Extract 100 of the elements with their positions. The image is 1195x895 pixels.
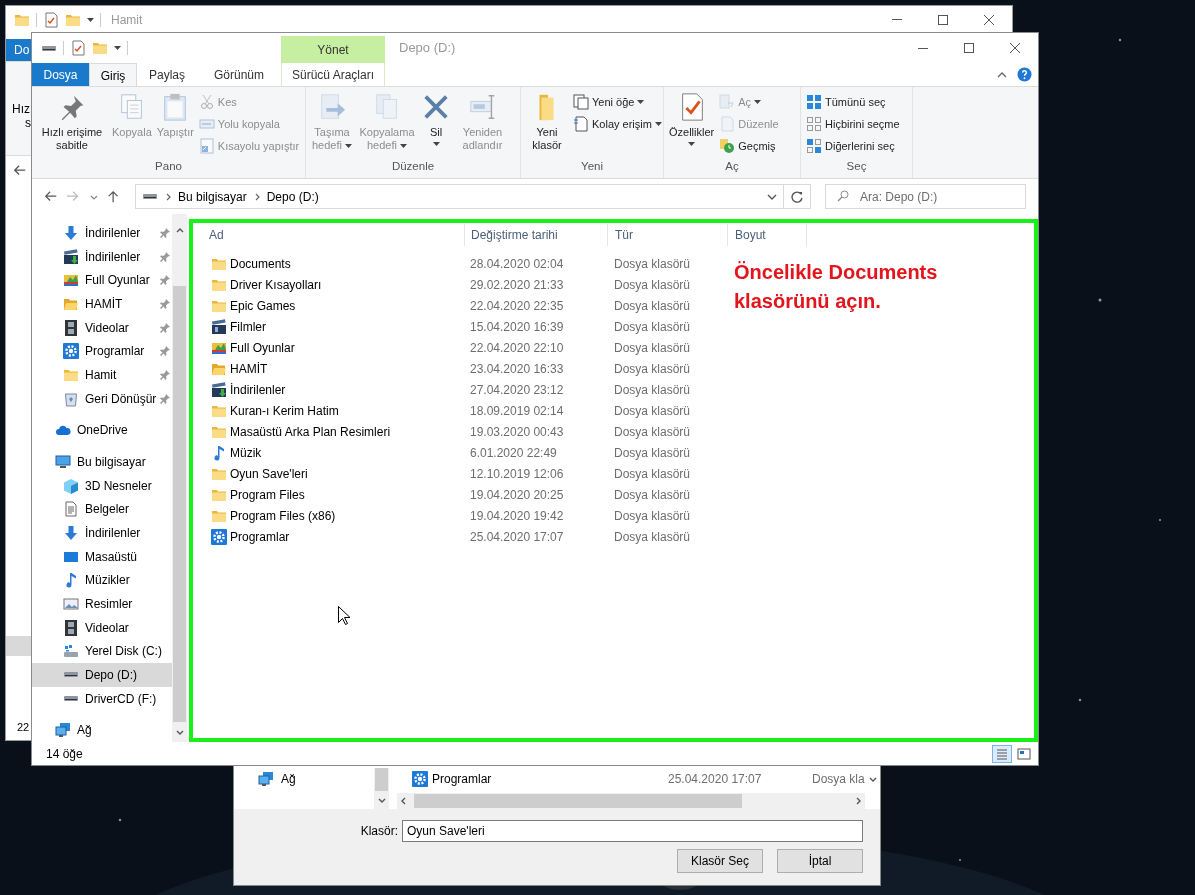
- file-name[interactable]: Epic Games: [230, 296, 296, 315]
- back-arrow-icon[interactable]: [44, 189, 58, 204]
- column-header[interactable]: Tür: [607, 224, 727, 246]
- file-name[interactable]: Full Oyunlar: [230, 338, 295, 357]
- file-name[interactable]: Filmler: [230, 317, 266, 336]
- file-name[interactable]: Programlar: [432, 770, 668, 788]
- scroll-left-icon[interactable]: [400, 797, 408, 805]
- file-name[interactable]: Driver Kısayolları: [230, 275, 322, 294]
- pin-icon[interactable]: [160, 346, 170, 357]
- drive-icon: [41, 44, 57, 52]
- scroll-up-icon[interactable]: [175, 227, 184, 235]
- column-header[interactable]: Değiştirme tarihi: [464, 224, 607, 246]
- pin-icon[interactable]: [160, 322, 170, 333]
- dialog-button[interactable]: Klasör Seç: [677, 849, 763, 873]
- horizontal-scrollbar[interactable]: [397, 793, 865, 809]
- nav-item[interactable]: Ağ: [281, 770, 296, 788]
- nav-item[interactable]: Ağ: [77, 721, 92, 740]
- nav-item[interactable]: Geri Dönüşür: [85, 389, 157, 408]
- file-name[interactable]: HAMİT: [230, 359, 268, 378]
- file-name[interactable]: Oyun Save'leri: [230, 464, 308, 483]
- ribbon-button[interactable]: Sil: [419, 87, 453, 158]
- nav-item[interactable]: Full Oyunlar: [85, 271, 150, 290]
- nav-item[interactable]: Bu bilgisayar: [77, 452, 146, 471]
- ribbon-button[interactable]: Yeni klasör: [524, 87, 570, 158]
- field-label: Klasör:: [360, 823, 398, 840]
- column-header[interactable]: Ad: [199, 224, 464, 246]
- ribbon-button[interactable]: Diğerlerini seç: [806, 135, 900, 157]
- file-name[interactable]: İndirilenler: [230, 380, 286, 399]
- scroll-down-icon[interactable]: [175, 728, 184, 736]
- ribbon-tab[interactable]: Paylaş: [137, 63, 197, 86]
- pin-icon[interactable]: [160, 275, 170, 286]
- breadcrumb[interactable]: Depo (D:): [266, 187, 319, 206]
- nav-item[interactable]: Masaüstü: [85, 547, 138, 566]
- nav-item[interactable]: Belgeler: [85, 500, 130, 519]
- column-header[interactable]: Boyut: [727, 224, 807, 246]
- pin-icon[interactable]: [160, 251, 170, 262]
- nav-item[interactable]: HAMİT: [85, 294, 123, 313]
- nav-item[interactable]: İndirilenler: [85, 523, 141, 542]
- nav-item[interactable]: Yerel Disk (C:): [85, 642, 162, 661]
- back-arrow-icon[interactable]: [13, 164, 27, 178]
- pin-icon[interactable]: [160, 298, 170, 309]
- nav-item[interactable]: 3D Nesneler: [85, 476, 152, 495]
- monitor-icon: [55, 453, 71, 470]
- nav-item[interactable]: Depo (D:): [85, 665, 137, 684]
- modified-date: 15.04.2020 16:39: [469, 318, 565, 336]
- forward-arrow-icon[interactable]: [67, 189, 81, 204]
- dialog-button[interactable]: İptal: [777, 849, 863, 873]
- nav-item[interactable]: DriverCD (F:): [85, 689, 157, 708]
- nav-item[interactable]: Videolar: [85, 318, 129, 337]
- download-arrow-icon: [63, 524, 79, 541]
- nav-item[interactable]: Müzikler: [85, 571, 130, 590]
- file-name[interactable]: Documents: [230, 254, 291, 273]
- file-tab[interactable]: Do: [6, 39, 32, 61]
- checkmark-document-icon[interactable]: [43, 11, 59, 28]
- file-name[interactable]: Müzik: [230, 443, 262, 462]
- pin-icon[interactable]: [160, 393, 170, 404]
- search-field[interactable]: Ara: Depo (D:): [825, 184, 1026, 209]
- ribbon-button[interactable]: Hızlı erişime sabitle: [35, 87, 109, 158]
- scroll-down-icon[interactable]: [377, 796, 386, 804]
- file-name[interactable]: Kuran-ı Kerim Hatim: [230, 401, 339, 420]
- pin-icon[interactable]: [160, 227, 170, 238]
- folder-field[interactable]: Oyun Save'leri: [402, 820, 863, 842]
- scrollbar[interactable]: [374, 768, 389, 809]
- refresh-button[interactable]: [784, 184, 811, 209]
- view-button[interactable]: [992, 744, 1012, 763]
- nav-item[interactable]: İndirilenler: [85, 247, 141, 266]
- up-arrow-icon[interactable]: [107, 189, 121, 204]
- ribbon-button[interactable]: Geçmiş: [719, 135, 779, 157]
- modified-date: 6.01.2020 22:49: [469, 444, 558, 462]
- modified-date: 18.09.2019 02:14: [469, 402, 565, 420]
- file-name[interactable]: Masaüstü Arka Plan Resimleri: [230, 422, 391, 441]
- nav-item[interactable]: Programlar: [85, 342, 145, 361]
- scroll-right-icon[interactable]: [854, 797, 862, 805]
- nav-item[interactable]: Hamit: [85, 365, 117, 384]
- pin-icon[interactable]: [160, 369, 170, 380]
- address-bar[interactable]: Bu bilgisayar Depo (D:): [135, 184, 784, 209]
- nav-item[interactable]: OneDrive: [77, 421, 128, 440]
- ribbon-tab[interactable]: Görünüm: [197, 63, 281, 86]
- ribbon-button[interactable]: Tümünü seç: [806, 91, 900, 113]
- scrollbar[interactable]: [172, 214, 187, 742]
- breadcrumb[interactable]: Bu bilgisayar: [178, 187, 247, 206]
- ribbon-button[interactable]: Özellikler: [667, 87, 717, 158]
- nav-item[interactable]: İndirilenler: [85, 223, 141, 242]
- scroll-down-icon[interactable]: [868, 775, 877, 783]
- file-name[interactable]: Program Files: [230, 485, 305, 504]
- nav-item[interactable]: Videolar: [85, 618, 129, 637]
- ribbon-button[interactable]: Yeni öğe: [573, 91, 662, 113]
- help-icon[interactable]: [1017, 67, 1032, 82]
- ribbon-button[interactable]: Kolay erişim: [573, 113, 662, 135]
- modified-date: 12.10.2019 12:06: [469, 465, 565, 483]
- ribbon-button[interactable]: Hiçbirini seçme: [806, 113, 900, 135]
- ribbon-tab[interactable]: Giriş: [89, 63, 137, 87]
- ribbon-tab[interactable]: Dosya: [32, 63, 89, 86]
- image-icon: [63, 595, 79, 612]
- file-name[interactable]: Programlar: [230, 527, 290, 546]
- nav-item[interactable]: Resimler: [85, 594, 133, 613]
- checkmark-document-icon[interactable]: [70, 40, 86, 56]
- maximize-icon: [938, 14, 948, 25]
- context-tab-header: Yönet: [281, 36, 385, 63]
- file-name[interactable]: Program Files (x86): [230, 506, 336, 525]
